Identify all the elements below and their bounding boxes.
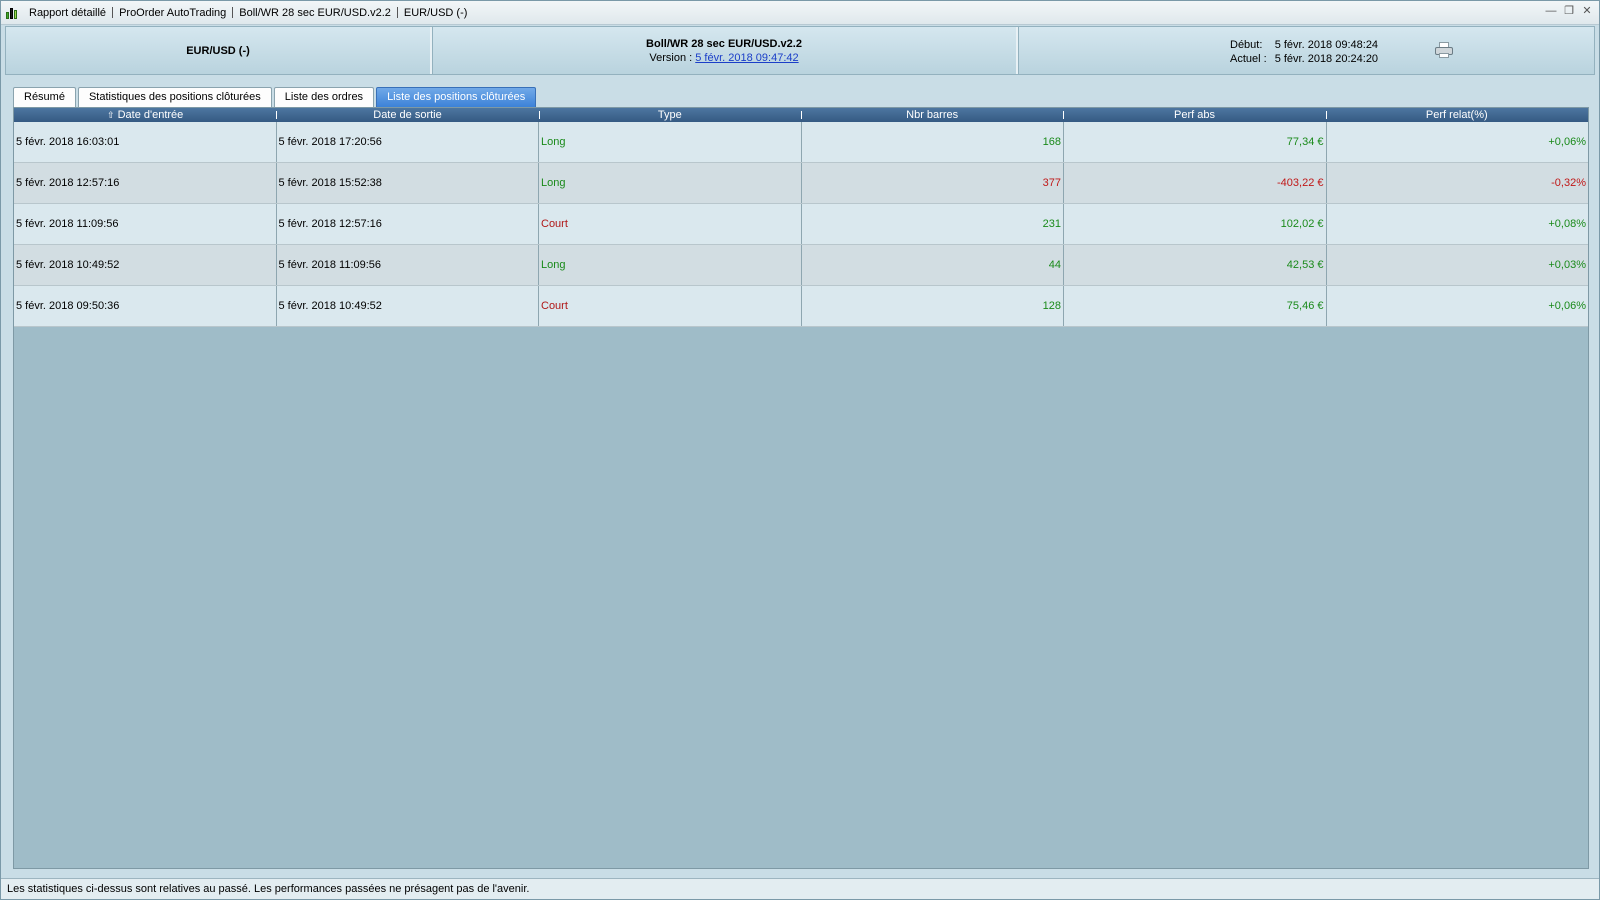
- tab-orders-list[interactable]: Liste des ordres: [273, 87, 375, 108]
- table-row[interactable]: 5 févr. 2018 12:57:16 5 févr. 2018 15:52:…: [14, 163, 1588, 204]
- column-header-entry-date[interactable]: ⇧ Date d'entrée: [14, 108, 276, 122]
- table-row[interactable]: 5 févr. 2018 11:09:56 5 févr. 2018 12:57:…: [14, 204, 1588, 245]
- cell-perf-rel: +0,06%: [1548, 300, 1586, 312]
- current-label: Actuel :: [1230, 53, 1267, 65]
- cell-type: Long: [539, 122, 802, 162]
- cell-bars: 377: [802, 163, 1064, 203]
- column-header-exit-date[interactable]: Date de sortie: [276, 108, 538, 122]
- cell-type: Court: [539, 204, 802, 244]
- instrument-cell: EUR/USD (-): [6, 27, 432, 74]
- cell-perf-rel: -0,32%: [1551, 177, 1586, 189]
- column-header-perf-abs[interactable]: Perf abs: [1063, 108, 1325, 122]
- version-link[interactable]: 5 févr. 2018 09:47:42: [695, 52, 798, 64]
- cell-perf-abs: 102,02 €: [1064, 204, 1327, 244]
- table-header: ⇧ Date d'entrée Date de sortie Type Nbr b…: [14, 108, 1588, 122]
- report-window: Rapport détaillé ProOrder AutoTrading Bo…: [0, 0, 1600, 900]
- tab-closed-positions-list[interactable]: Liste des positions clôturées: [376, 87, 537, 107]
- table-body: 5 févr. 2018 16:03:01 5 févr. 2018 17:20:…: [14, 122, 1588, 327]
- dates-cell: Début: 5 févr. 2018 09:48:24 Actuel : 5 …: [1018, 27, 1594, 74]
- cell-entry-date: 5 févr. 2018 10:49:52: [14, 245, 277, 285]
- cell-perf-abs: 77,34 €: [1064, 122, 1327, 162]
- close-icon[interactable]: ✕: [1581, 5, 1593, 17]
- table-row[interactable]: 5 févr. 2018 16:03:01 5 févr. 2018 17:20:…: [14, 122, 1588, 163]
- status-bar: Les statistiques ci-dessus sont relative…: [1, 878, 1599, 899]
- sort-up-icon: ⇧: [107, 110, 115, 120]
- cell-exit-date: 5 févr. 2018 17:20:56: [277, 122, 539, 162]
- cell-perf-rel: +0,03%: [1548, 259, 1586, 271]
- column-header-perf-rel[interactable]: Perf relat(%): [1325, 108, 1588, 122]
- cell-perf-rel: +0,06%: [1548, 136, 1586, 148]
- column-header-bars[interactable]: Nbr barres: [800, 108, 1063, 122]
- title-item-report: Rapport détaillé: [29, 6, 107, 19]
- strategy-cell: Boll/WR 28 sec EUR/USD.v2.2 Version : 5 …: [432, 27, 1018, 74]
- cell-entry-date: 5 févr. 2018 12:57:16: [14, 163, 277, 203]
- status-text: Les statistiques ci-dessus sont relative…: [7, 883, 530, 895]
- printer-icon[interactable]: [1434, 41, 1454, 59]
- cell-entry-date: 5 févr. 2018 11:09:56: [14, 204, 277, 244]
- tab-summary[interactable]: Résumé: [13, 87, 76, 108]
- closed-positions-table: ⇧ Date d'entrée Date de sortie Type Nbr b…: [13, 107, 1589, 869]
- cell-exit-date: 5 févr. 2018 12:57:16: [277, 204, 539, 244]
- instrument-name: EUR/USD (-): [186, 44, 250, 57]
- tab-bar: Résumé Statistiques des positions clôtur…: [13, 87, 538, 108]
- cell-perf-rel: +0,08%: [1548, 218, 1586, 230]
- cell-perf-abs: 42,53 €: [1064, 245, 1327, 285]
- cell-exit-date: 5 févr. 2018 11:09:56: [277, 245, 539, 285]
- cell-type: Court: [539, 286, 802, 326]
- current-value: 5 févr. 2018 20:24:20: [1274, 53, 1379, 65]
- cell-entry-date: 5 févr. 2018 16:03:01: [14, 122, 277, 162]
- cell-type: Long: [539, 163, 802, 203]
- table-row[interactable]: 5 févr. 2018 10:49:52 5 févr. 2018 11:09:…: [14, 245, 1588, 286]
- cell-perf-abs: 75,46 €: [1064, 286, 1327, 326]
- cell-entry-date: 5 févr. 2018 09:50:36: [14, 286, 277, 326]
- table-row[interactable]: 5 févr. 2018 09:50:36 5 févr. 2018 10:49:…: [14, 286, 1588, 327]
- strategy-name: Boll/WR 28 sec EUR/USD.v2.2: [646, 37, 802, 50]
- cell-bars: 128: [802, 286, 1064, 326]
- cell-exit-date: 5 févr. 2018 10:49:52: [277, 286, 539, 326]
- cell-perf-abs: -403,22 €: [1064, 163, 1327, 203]
- title-item-proorder: ProOrder AutoTrading: [119, 6, 227, 19]
- version-line: Version : 5 févr. 2018 09:47:42: [649, 52, 798, 64]
- restore-icon[interactable]: ❐: [1563, 5, 1575, 17]
- cell-bars: 44: [802, 245, 1064, 285]
- title-bar: Rapport détaillé ProOrder AutoTrading Bo…: [1, 1, 1599, 25]
- cell-exit-date: 5 févr. 2018 15:52:38: [277, 163, 539, 203]
- minimize-icon[interactable]: —: [1545, 5, 1557, 17]
- start-value: 5 févr. 2018 09:48:24: [1274, 39, 1379, 51]
- title-item-strategy: Boll/WR 28 sec EUR/USD.v2.2: [239, 6, 391, 19]
- chart-candles-icon: [5, 6, 19, 20]
- cell-bars: 231: [802, 204, 1064, 244]
- version-label: Version :: [649, 51, 693, 64]
- cell-type: Long: [539, 245, 802, 285]
- cell-bars: 168: [802, 122, 1064, 162]
- title-item-instrument: EUR/USD (-): [403, 6, 468, 19]
- report-header: EUR/USD (-) Boll/WR 28 sec EUR/USD.v2.2 …: [5, 26, 1595, 75]
- tab-closed-positions-stats[interactable]: Statistiques des positions clôturées: [77, 87, 272, 108]
- start-label: Début:: [1230, 39, 1263, 51]
- column-header-type[interactable]: Type: [538, 108, 801, 122]
